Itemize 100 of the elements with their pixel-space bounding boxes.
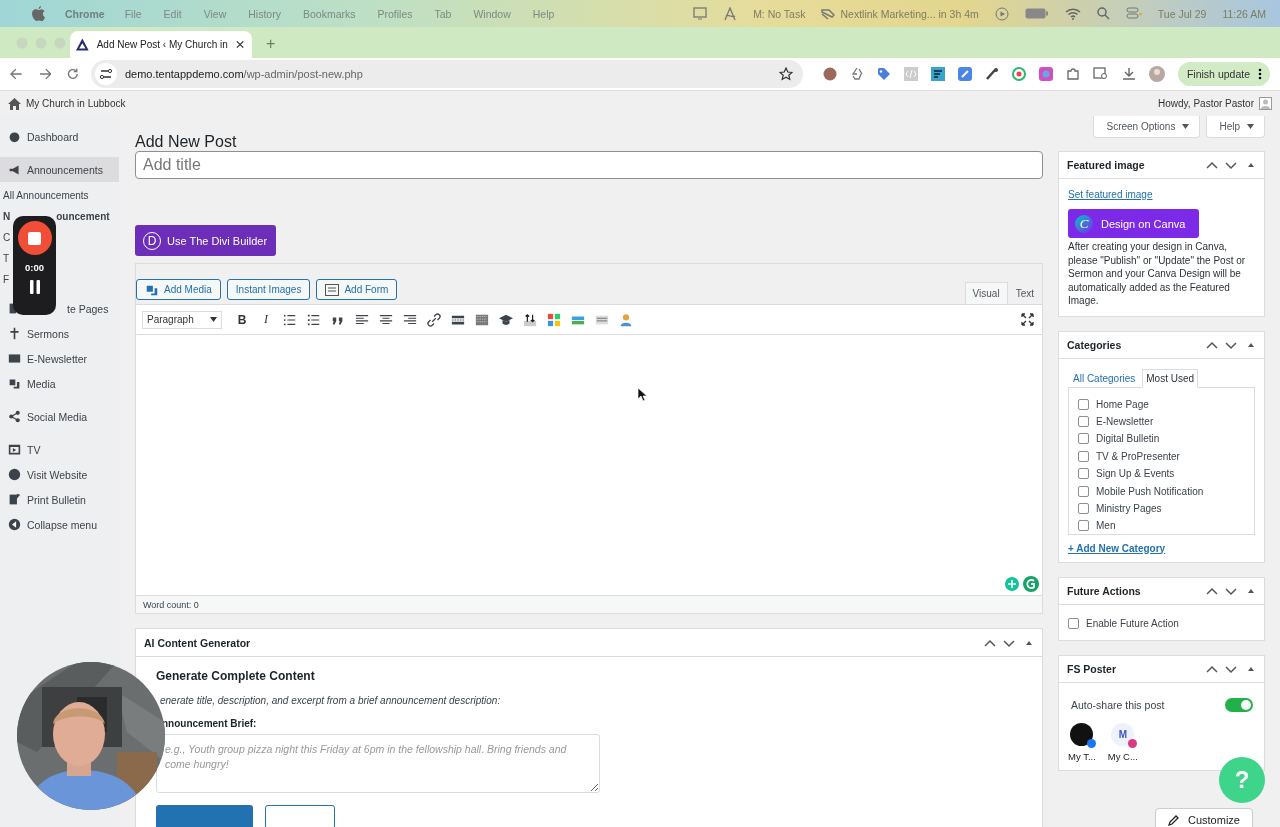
extension-icon[interactable]	[822, 67, 837, 81]
format-dropdown[interactable]: Paragraph	[142, 310, 222, 329]
checkbox[interactable]	[1068, 617, 1079, 629]
sidebar-item[interactable]: Dashboard	[0, 124, 119, 149]
media-button[interactable]: Add Media	[136, 279, 221, 300]
extension-icon[interactable]	[984, 67, 999, 81]
pause-icon[interactable]	[28, 280, 41, 294]
fullscreen-icon[interactable]	[1021, 313, 1034, 326]
battery-icon[interactable]	[1024, 8, 1049, 19]
avatar-icon[interactable]	[1259, 97, 1272, 110]
keyboard-icon[interactable]	[475, 312, 489, 327]
back-icon[interactable]	[10, 68, 23, 80]
arc-icon[interactable]	[723, 6, 738, 21]
checkbox[interactable]	[1078, 503, 1089, 515]
download-icon[interactable]	[1121, 67, 1136, 81]
sidebar-item[interactable]: Media	[0, 371, 119, 396]
sidebar-item[interactable]: Sermons	[0, 321, 119, 346]
panel-controls-icon[interactable]	[1206, 663, 1256, 674]
close-icon[interactable]	[235, 40, 244, 49]
site-name-link[interactable]: My Church in Lubbock	[26, 98, 126, 109]
apple-icon[interactable]	[32, 6, 45, 21]
auto-share-toggle[interactable]	[1225, 697, 1253, 712]
secondary-button[interactable]	[265, 805, 335, 827]
sidebar-item[interactable]: TV	[0, 437, 119, 462]
sidebar-item[interactable]: Print Bulletin	[0, 487, 119, 512]
account-avatar[interactable]: M	[1111, 722, 1135, 746]
help-button[interactable]: Help	[1206, 116, 1265, 138]
panel-title: Categories	[1067, 338, 1122, 351]
link-icon[interactable]	[427, 312, 441, 327]
more-icon	[1258, 68, 1262, 80]
checkbox[interactable]	[1078, 450, 1089, 462]
auto-share-label: Auto-share this post	[1071, 698, 1165, 711]
checkbox-label: Mobile Push Notification	[1096, 485, 1204, 497]
wifi-icon[interactable]	[1064, 7, 1081, 20]
account-avatar[interactable]	[1070, 722, 1094, 746]
account-greeting[interactable]: Howdy, Pastor Pastor	[1158, 98, 1254, 109]
panel-controls-icon[interactable]	[1206, 160, 1256, 170]
checkbox[interactable]	[1078, 416, 1089, 428]
tag-icon[interactable]	[876, 67, 891, 81]
upload-icon[interactable]	[523, 312, 537, 327]
site-settings-icon[interactable]	[94, 63, 117, 85]
reading-list-icon[interactable]	[1092, 67, 1109, 81]
italic-button[interactable]: I	[259, 312, 273, 327]
stop-button[interactable]	[17, 221, 52, 255]
bold-button[interactable]: B	[235, 312, 249, 327]
screen-options-button[interactable]: Screen Options	[1093, 116, 1201, 138]
announcement-brief-field[interactable]: e.g., Youth group pizza night this Friday at 6pm in the fellowship hall. Bring friends and come hungry!	[156, 734, 600, 793]
home-icon[interactable]	[8, 97, 21, 110]
sidebar-item[interactable]: Collapse menu	[0, 512, 119, 537]
forward-icon[interactable]	[38, 68, 52, 80]
title-field[interactable]: Add title	[135, 151, 1043, 179]
person-icon[interactable]	[619, 312, 633, 327]
search-icon[interactable]	[1096, 7, 1110, 20]
browser-tab[interactable]: Add New Post ‹ My Church in	[70, 31, 252, 58]
plus-circle-icon[interactable]	[1005, 577, 1019, 591]
align-left-icon[interactable]	[355, 312, 369, 327]
finish-update-button[interactable]: Finish update	[1177, 62, 1270, 86]
sidebar-item[interactable]: F	[0, 269, 10, 290]
profile-avatar-icon[interactable]	[1148, 66, 1165, 82]
add-category-link[interactable]: + Add New Category	[1068, 542, 1166, 554]
category-tab[interactable]: All Categories	[1070, 369, 1139, 387]
set-featured-image-link[interactable]: Set featured image	[1068, 189, 1153, 200]
color-grid-icon[interactable]	[547, 312, 561, 327]
checkbox[interactable]	[1078, 433, 1089, 445]
checkbox[interactable]	[1078, 520, 1089, 532]
panel-controls-icon[interactable]	[1206, 339, 1256, 350]
checkbox[interactable]	[1078, 485, 1089, 497]
design-on-canva-button[interactable]: C Design on Canva	[1068, 209, 1200, 238]
divi-builder-button[interactable]: D Use The Divi Builder	[135, 225, 277, 256]
checkbox[interactable]	[1078, 468, 1089, 480]
sidebar-item[interactable]: Visit Website	[0, 462, 119, 487]
play-icon[interactable]	[994, 6, 1009, 21]
align-center-icon[interactable]	[379, 312, 393, 327]
bullet-list-icon[interactable]	[283, 312, 297, 327]
sidebar-item[interactable]: T	[0, 248, 10, 269]
media-button[interactable]: Instant Images	[226, 279, 311, 300]
puzzle-icon[interactable]	[1065, 67, 1080, 81]
sidebar-item[interactable]: Announcements	[0, 157, 119, 182]
sidebar-item[interactable]: Social Media	[0, 404, 119, 429]
editor-tab[interactable]: Visual	[964, 282, 1008, 304]
media-button[interactable]: Add Form	[316, 279, 398, 300]
sidebar-item[interactable]: All Announcements	[0, 185, 89, 206]
graduation-cap-icon[interactable]	[499, 312, 513, 327]
address-bar[interactable]: demo.tentappdemo.com/wp-admin/post-new.php	[90, 60, 803, 88]
sidebar-item[interactable]: E-Newsletter	[0, 346, 119, 371]
bookmark-star-icon[interactable]	[778, 67, 793, 81]
extension-icon[interactable]	[930, 67, 945, 81]
recycle-icon[interactable]	[849, 67, 864, 81]
panel-controls-icon[interactable]	[984, 637, 1034, 648]
reload-icon[interactable]	[67, 68, 79, 80]
category-tab[interactable]: Most Used	[1142, 368, 1199, 388]
checkbox[interactable]	[1078, 398, 1089, 410]
align-right-icon[interactable]	[403, 312, 417, 327]
sidebar-item[interactable]: C	[0, 227, 11, 248]
customize-button[interactable]: Customize	[1155, 808, 1253, 827]
checkbox-label: Digital Bulletin	[1096, 433, 1160, 445]
grammarly-icon[interactable]	[1023, 576, 1039, 592]
numbered-list-icon[interactable]	[307, 312, 321, 327]
panel-controls-icon[interactable]	[1206, 585, 1256, 596]
sidebar-item[interactable]: N ouncement	[0, 206, 110, 227]
